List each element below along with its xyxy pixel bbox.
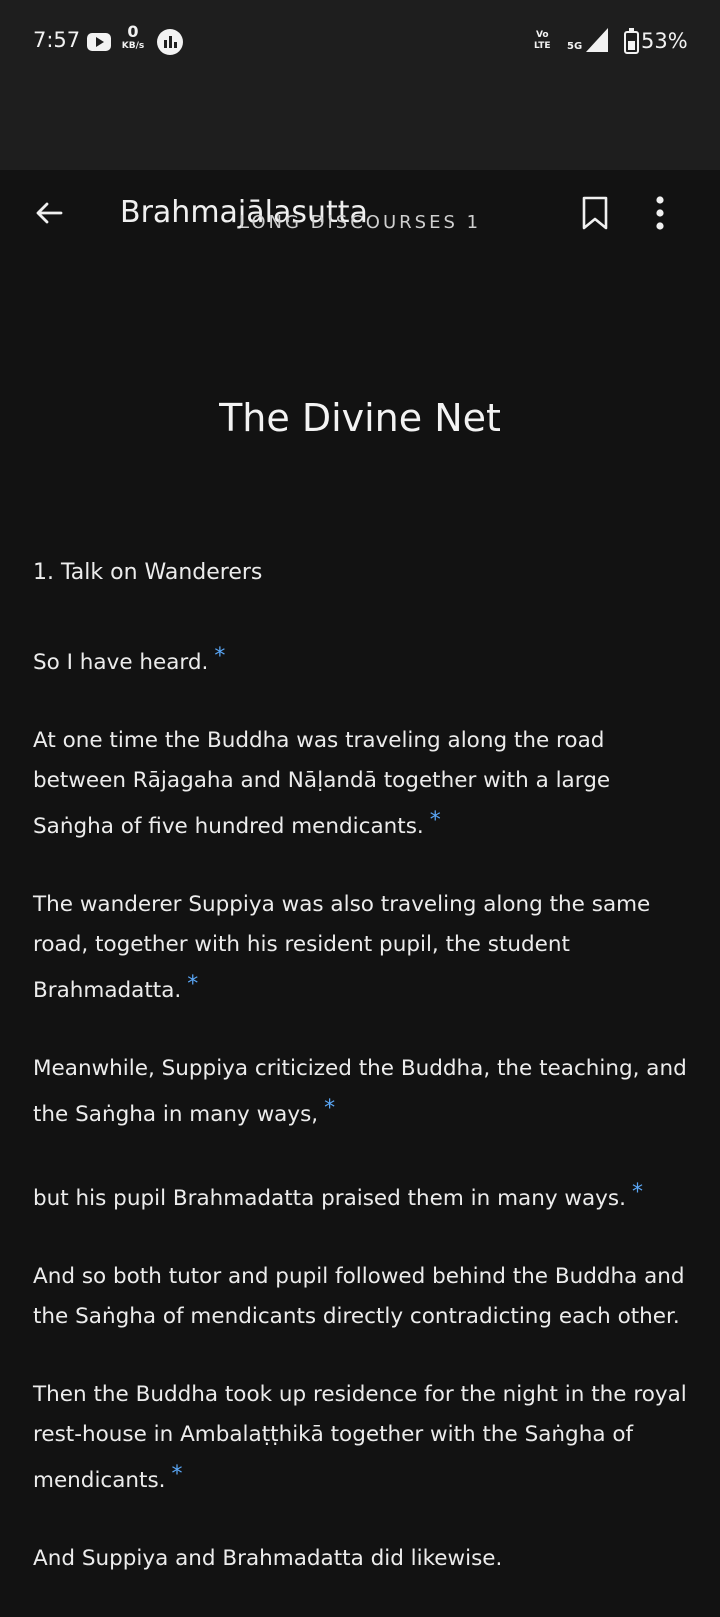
network-type: 5G xyxy=(567,41,583,52)
signal-strength-icon xyxy=(586,28,608,52)
paragraph-text: So I have heard. xyxy=(33,650,209,675)
network-speed: 0 KB/s xyxy=(118,24,148,51)
network-speed-unit: KB/s xyxy=(121,41,145,51)
youtube-notification-icon xyxy=(87,33,111,51)
paragraph-text: And Suppiya and Brahmadatta did likewise… xyxy=(33,1546,503,1571)
paragraph: Then the Buddha took up residence for th… xyxy=(33,1375,693,1501)
paragraph-text: but his pupil Brahmadatta praised them i… xyxy=(33,1186,626,1211)
paragraph-text: At one time the Buddha was traveling alo… xyxy=(33,728,611,839)
paragraph: The wanderer Suppiya was also traveling … xyxy=(33,885,693,1011)
paragraph: And so both tutor and pupil followed beh… xyxy=(33,1257,693,1337)
paragraph-text: Meanwhile, Suppiya criticized the Buddha… xyxy=(33,1056,687,1127)
paragraph-text: Then the Buddha took up residence for th… xyxy=(33,1382,687,1493)
note-marker[interactable]: * xyxy=(632,1180,643,1205)
paragraph: At one time the Buddha was traveling alo… xyxy=(33,721,693,847)
battery-icon xyxy=(624,28,639,54)
battery-percent: 53% xyxy=(641,29,688,53)
note-marker[interactable]: * xyxy=(172,1462,183,1487)
paragraph: So I have heard. * xyxy=(33,637,693,683)
status-bar: 7:57 0 KB/s Vo LTE 5G 53% xyxy=(0,0,720,86)
audio-activity-icon xyxy=(157,29,183,55)
paragraph: but his pupil Brahmadatta praised them i… xyxy=(33,1173,693,1219)
volte-label: Vo xyxy=(535,30,549,40)
collection-label: LONG DISCOURSES 1 xyxy=(238,212,482,233)
app-bar: Brahmajālasutta xyxy=(0,86,720,230)
note-marker[interactable]: * xyxy=(214,644,225,669)
section-heading: 1. Talk on Wanderers xyxy=(33,560,263,585)
note-marker[interactable]: * xyxy=(324,1096,335,1121)
volte-indicator: Vo LTE xyxy=(534,30,551,52)
status-time: 7:57 xyxy=(33,28,81,52)
paragraph-text: And so both tutor and pupil followed beh… xyxy=(33,1264,685,1329)
note-marker[interactable]: * xyxy=(187,972,198,997)
network-speed-value: 0 xyxy=(127,22,139,41)
paragraph: Meanwhile, Suppiya criticized the Buddha… xyxy=(33,1049,693,1135)
paragraph: And Suppiya and Brahmadatta did likewise… xyxy=(33,1539,693,1579)
paragraph-text: The wanderer Suppiya was also traveling … xyxy=(33,892,651,1003)
sutta-title: The Divine Net xyxy=(219,396,501,440)
lte-label: LTE xyxy=(534,41,551,51)
sutta-text: So I have heard. * At one time the Buddha… xyxy=(33,637,693,1617)
note-marker[interactable]: * xyxy=(430,808,441,833)
